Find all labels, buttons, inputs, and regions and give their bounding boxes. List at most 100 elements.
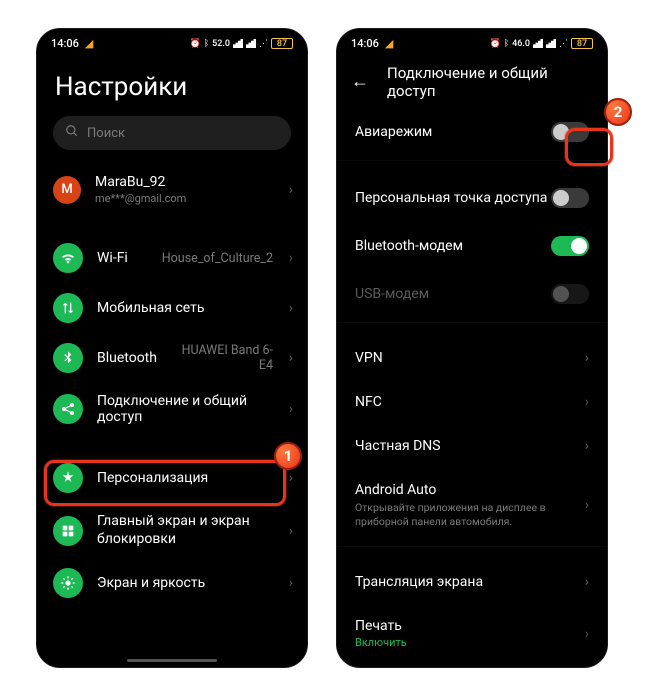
chevron-right-icon: › [585,394,589,410]
avatar: M [53,176,81,204]
chevron-right-icon: › [289,182,293,198]
row-connection-sharing[interactable]: Подключение и общий доступ › [37,383,307,435]
row-usb-modem: USB-модем [337,270,607,318]
row-label: Трансляция экрана [355,574,483,590]
row-airplane-mode[interactable]: Авиарежим [337,108,607,156]
chevron-right-icon: › [289,401,293,417]
row-nfc[interactable]: NFC › [337,380,607,424]
chevron-right-icon: › [289,575,293,591]
row-label: Персональная точка доступа [355,190,547,206]
row-quick-connect[interactable]: Быстрое подключение к устройствам › [337,663,607,667]
row-label: Авиарежим [355,124,432,140]
wifi-circle-icon [53,243,83,273]
battery-icon: 87 [571,38,593,49]
signal-icon-2 [546,39,556,48]
signal-icon [533,39,543,48]
home-screen-icon [53,516,83,546]
signal-icon [233,39,243,48]
detail-title: Подключение и общий доступ [387,64,593,100]
row-home-lock-screen[interactable]: Главный экран и экран блокировки › [37,503,307,558]
row-label: Главный экран и экран блокировки [97,513,291,548]
usb-modem-toggle [551,284,589,304]
battery-icon: 87 [271,38,293,49]
brightness-icon [53,568,83,598]
row-mobile-network[interactable]: Мобильная сеть › [37,283,307,333]
chevron-right-icon: › [585,626,589,642]
mobile-data-icon [53,293,83,323]
row-label: Подключение и общий доступ [97,393,291,425]
row-label: Wi-Fi [97,250,128,266]
chevron-right-icon: › [585,438,589,454]
row-subtitle: Открывайте приложения на дисплее в прибо… [355,501,575,528]
net-speed: 46.0 [512,39,530,49]
row-label: Частная DNS [355,438,441,454]
row-print[interactable]: Печать Включить › [337,604,607,663]
row-label: Персонализация [97,470,291,486]
personalization-icon [53,463,83,493]
row-wifi[interactable]: Wi-Fi House_of_Culture_2 › [37,233,307,283]
wifi-icon: ⋰ [259,39,268,49]
share-circle-icon [53,394,83,424]
row-bt-modem[interactable]: Bluetooth-модем [337,222,607,270]
row-bluetooth[interactable]: Bluetooth HUAWEI Band 6-E4 › [37,333,307,383]
chevron-right-icon: › [585,574,589,590]
alarm-icon: ⏰ [490,39,501,49]
phone-connection-sharing: 14:06 ◢ ⏰ ᛒ 46.0 ⋰ 87 ← Подключение и об… [336,28,608,668]
chevron-right-icon: › [289,350,293,366]
chevron-right-icon: › [289,250,293,266]
status-bar: 14:06 ◢ ⏰ ᛒ 52.0 ⋰ 87 [37,29,307,54]
account-email: me***@gmail.com [95,192,291,205]
row-cast[interactable]: Трансляция экрана › [337,560,607,604]
status-time: 14:06 [351,37,379,50]
account-name: MaraBu_92 [95,174,291,190]
row-label: Bluetooth [97,350,157,366]
chevron-right-icon: › [585,497,589,513]
row-label: Android Auto [355,482,575,498]
wifi-icon: ⋰ [559,39,568,49]
search-input[interactable]: Поиск [53,116,291,150]
row-vpn[interactable]: VPN › [337,336,607,380]
bt-icon: ᛒ [504,39,509,49]
settings-list: M MaraBu_92 me***@gmail.com › Wi-Fi Hous… [37,164,307,667]
row-value: House_of_Culture_2 [142,251,291,266]
chevron-right-icon: › [289,470,293,486]
status-bar: 14:06 ◢ ⏰ ᛒ 46.0 ⋰ 87 [337,29,607,54]
airplane-toggle[interactable] [551,122,589,142]
row-personalization[interactable]: Персонализация › [37,453,307,503]
chevron-right-icon: › [289,300,293,316]
row-label: Экран и яркость [97,575,291,591]
hotspot-toggle[interactable] [551,188,589,208]
detail-header: ← Подключение и общий доступ [337,54,607,108]
phone-settings: 14:06 ◢ ⏰ ᛒ 52.0 ⋰ 87 Настройки Поиск [36,28,308,668]
row-display-brightness[interactable]: Экран и яркость › [37,558,307,608]
row-label: Печать [355,618,575,634]
row-value: HUAWEI Band 6-E4 [171,343,291,373]
row-hotspot[interactable]: Персональная точка доступа [337,174,607,222]
alarm-icon: ⏰ [190,39,201,49]
row-label: USB-модем [355,286,429,302]
detail-list: Авиарежим Персональная точка доступа Blu… [337,108,607,667]
chevron-right-icon: › [289,523,293,539]
bt-icon: ᛒ [204,39,209,49]
account-row[interactable]: M MaraBu_92 me***@gmail.com › [37,164,307,215]
search-icon [65,124,79,142]
row-state: Включить [355,636,575,649]
status-indicator-icon: ◢ [385,37,393,50]
net-speed: 52.0 [212,39,230,49]
signal-icon-2 [246,39,256,48]
status-time: 14:06 [51,37,79,50]
bluetooth-circle-icon [53,343,83,373]
status-indicator-icon: ◢ [85,37,93,50]
chevron-right-icon: › [585,350,589,366]
search-placeholder: Поиск [87,126,125,141]
row-label: NFC [355,394,382,410]
row-label: Bluetooth-модем [355,238,463,254]
row-android-auto[interactable]: Android Auto Открывайте приложения на ди… [337,468,607,542]
row-label: Мобильная сеть [97,300,291,316]
page-title: Настройки [37,54,307,116]
row-private-dns[interactable]: Частная DNS › [337,424,607,468]
row-label: VPN [355,350,383,366]
home-indicator[interactable] [127,659,217,662]
bt-modem-toggle[interactable] [551,236,589,256]
back-arrow-icon[interactable]: ← [351,73,369,91]
